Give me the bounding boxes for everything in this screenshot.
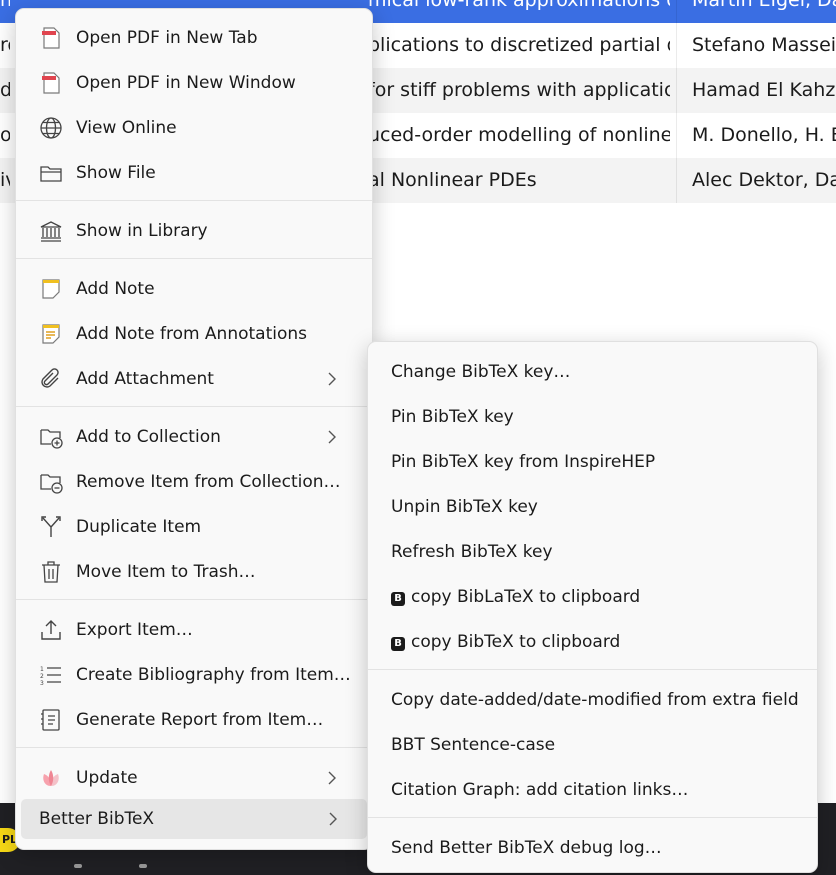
menu-item-add-attachment[interactable]: Add Attachment [22, 359, 366, 399]
paperclip-icon [41, 368, 59, 388]
bibliography-icon: 1 2 3 [40, 666, 61, 687]
menu-item-move-to-trash[interactable]: Move Item to Trash… [22, 552, 366, 592]
menu-separator [16, 200, 372, 201]
menu-item-unpin-bibtex-key[interactable]: Unpin BibTeX key [374, 487, 811, 527]
export-icon [41, 620, 61, 640]
menu-item-open-pdf-new-tab[interactable]: Open PDF in New Tab [22, 18, 366, 58]
folder-add-icon [40, 429, 63, 449]
menu-item-send-debug-log[interactable]: Send Better BibTeX debug log… [374, 828, 811, 868]
menu-item-bbt-sentence-case[interactable]: BBT Sentence-case [374, 725, 811, 765]
column-divider [676, 0, 677, 23]
menu-item-create-bibliography[interactable]: 1 2 3 Create Bibliography from Item… [22, 655, 366, 695]
trash-icon [42, 561, 60, 583]
pdf-icon [42, 72, 60, 94]
menu-item-add-note-from-annotations[interactable]: Add Note from Annotations [22, 314, 366, 354]
menu-separator [16, 599, 372, 600]
menu-separator [16, 406, 372, 407]
menu-item-duplicate-item[interactable]: Duplicate Item [22, 507, 366, 547]
menu-item-citation-graph[interactable]: Citation Graph: add citation links… [374, 770, 811, 810]
note-annotations-icon [42, 324, 60, 344]
menu-item-update[interactable]: Update [22, 758, 366, 798]
menu-item-copy-biblatex[interactable]: Bcopy BibLaTeX to clipboard [374, 577, 811, 617]
globe-icon [40, 117, 62, 139]
menu-separator [368, 817, 817, 818]
column-divider [676, 158, 677, 203]
column-divider [676, 68, 677, 113]
update-icon [43, 770, 59, 786]
chevron-right-icon [328, 372, 336, 386]
item-context-menu: Open PDF in New Tab Open PDF in New Wind… [15, 8, 373, 850]
taskbar-running-indicator [139, 864, 147, 868]
taskbar-running-indicator [74, 864, 82, 868]
menu-item-generate-report[interactable]: Generate Report from Item… [22, 700, 366, 740]
column-divider [676, 23, 677, 68]
menu-item-show-file[interactable]: Show File [22, 153, 366, 193]
library-icon [40, 221, 62, 242]
menu-item-pin-bibtex-key-inspirehep[interactable]: Pin BibTeX key from InspireHEP [374, 442, 811, 482]
duplicate-icon [41, 516, 61, 537]
pdf-icon [42, 27, 60, 49]
note-icon [42, 279, 60, 299]
bibtex-badge-icon: B [391, 592, 405, 606]
menu-item-add-to-collection[interactable]: Add to Collection [22, 417, 366, 457]
menu-separator [368, 669, 817, 670]
bibtex-badge-icon: B [391, 637, 405, 651]
menu-item-view-online[interactable]: View Online [22, 108, 366, 148]
menu-item-pin-bibtex-key[interactable]: Pin BibTeX key [374, 397, 811, 437]
menu-item-export-item[interactable]: Export Item… [22, 610, 366, 650]
svg-text:1: 1 [40, 666, 44, 673]
svg-text:2: 2 [40, 673, 44, 680]
menu-item-open-pdf-new-window[interactable]: Open PDF in New Window [22, 63, 366, 103]
folder-remove-icon [40, 474, 63, 494]
chevron-right-icon [328, 771, 336, 785]
menu-item-add-note[interactable]: Add Note [22, 269, 366, 309]
better-bibtex-submenu: Change BibTeX key… Pin BibTeX key Pin Bi… [367, 341, 818, 873]
menu-item-show-in-library[interactable]: Show in Library [22, 211, 366, 251]
menu-item-copy-bibtex[interactable]: Bcopy BibTeX to clipboard [374, 622, 811, 662]
menu-separator [16, 258, 372, 259]
menu-item-change-bibtex-key[interactable]: Change BibTeX key… [374, 352, 811, 392]
chevron-right-icon [329, 812, 337, 826]
menu-item-refresh-bibtex-key[interactable]: Refresh BibTeX key [374, 532, 811, 572]
menu-item-better-bibtex[interactable]: Better BibTeX [21, 799, 367, 839]
svg-text:3: 3 [40, 680, 44, 687]
folder-icon [40, 166, 62, 182]
chevron-right-icon [328, 430, 336, 444]
menu-item-copy-date-added[interactable]: Copy date-added/date-modified from extra… [374, 680, 811, 720]
report-icon [41, 709, 60, 731]
menu-separator [16, 747, 372, 748]
menu-item-remove-from-collection[interactable]: Remove Item from Collection… [22, 462, 366, 502]
column-divider [676, 113, 677, 158]
